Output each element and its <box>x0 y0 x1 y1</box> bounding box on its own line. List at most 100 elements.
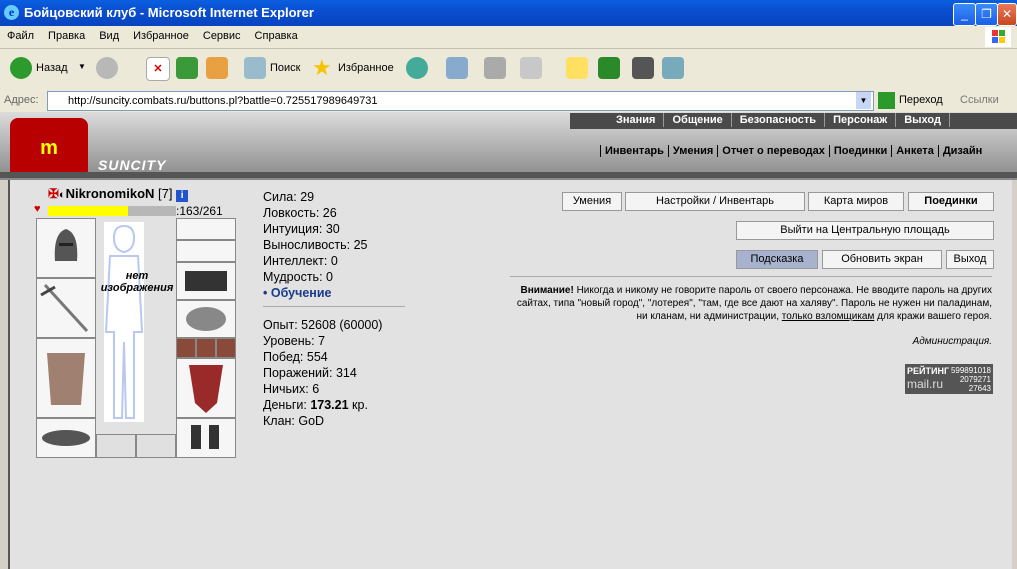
refresh-screen-button[interactable]: Обновить экран <box>822 250 942 269</box>
empty-slot-1[interactable] <box>96 434 136 458</box>
favorites-star-icon[interactable]: ★ <box>312 57 334 79</box>
ring-slot-2[interactable] <box>196 338 216 358</box>
go-arrow-icon[interactable] <box>878 92 895 109</box>
nav-security[interactable]: Безопасность <box>732 113 826 127</box>
print-icon[interactable] <box>484 57 506 79</box>
address-label: Адрес: <box>4 94 39 106</box>
helmet-slot[interactable] <box>36 218 96 278</box>
exit-button[interactable]: Выход <box>946 250 994 269</box>
clan-badge-icon[interactable]: ✠ <box>48 186 59 201</box>
tool-icon[interactable] <box>632 57 654 79</box>
club-emblem-logo: m <box>10 118 88 178</box>
address-url[interactable]: http://suncity.combats.ru/buttons.pl?bat… <box>68 95 378 107</box>
menu-edit[interactable]: Правка <box>41 26 92 46</box>
amulet-slot[interactable] <box>176 240 236 262</box>
skills-button[interactable]: Умения <box>562 192 622 211</box>
forward-arrow-icon[interactable] <box>96 57 118 79</box>
back-dropdown-icon[interactable]: ▼ <box>78 62 86 71</box>
hp-bar-fill <box>48 206 128 216</box>
menu-view[interactable]: Вид <box>92 26 126 46</box>
warning-text-2: для кражи вашего героя. <box>874 311 992 322</box>
nav-character[interactable]: Персонаж <box>825 113 897 127</box>
duels-button[interactable]: Поединки <box>908 192 994 211</box>
go-button-label[interactable]: Переход <box>899 94 943 106</box>
menu-help[interactable]: Справка <box>248 26 305 46</box>
home-icon[interactable] <box>206 57 228 79</box>
mail-icon[interactable] <box>446 57 468 79</box>
belt-slot[interactable] <box>36 418 96 458</box>
nav-exit[interactable]: Выход <box>896 113 950 127</box>
favorites-button-label[interactable]: Избранное <box>338 62 394 74</box>
history-icon[interactable] <box>406 57 428 79</box>
rating-n1: 599891018 <box>950 366 991 375</box>
money-label: Деньги: <box>263 398 311 412</box>
training-label[interactable]: Обучение <box>271 286 332 300</box>
nav-knowledge[interactable]: Знания <box>608 113 665 127</box>
edit-icon[interactable] <box>520 57 542 79</box>
address-dropdown-icon[interactable]: ▼ <box>856 92 871 109</box>
subnav-transfers[interactable]: Отчет о переводах <box>717 145 829 157</box>
maximize-button[interactable]: ❐ <box>975 3 998 26</box>
bracers-slot[interactable] <box>176 262 236 300</box>
training-link[interactable]: • Обучение <box>263 286 332 300</box>
ring-slot-1[interactable] <box>176 338 196 358</box>
info-losses: Поражений: 314 <box>263 366 357 380</box>
settings-inventory-button[interactable]: Настройки / Инвентарь <box>625 192 805 211</box>
heart-icon: ♥ <box>34 203 41 215</box>
windows-logo-icon <box>985 27 1011 47</box>
alignment-icon: ◐ <box>58 189 66 201</box>
shield-slot[interactable] <box>176 358 236 418</box>
main-nav: Знания Общение Безопасность Персонаж Выход <box>570 113 1017 129</box>
address-input[interactable]: http://suncity.combats.ru/buttons.pl?bat… <box>47 91 874 111</box>
search-icon[interactable] <box>244 57 266 79</box>
boots-slot[interactable] <box>176 418 236 458</box>
back-button-label[interactable]: Назад <box>36 62 68 74</box>
browser-toolbar: Назад ▼ ✕ Поиск ★ Избранное <box>0 49 1017 90</box>
stop-icon[interactable]: ✕ <box>146 57 170 81</box>
search-button-label[interactable]: Поиск <box>270 62 300 74</box>
subnav-design[interactable]: Дизайн <box>937 145 987 157</box>
right-divider <box>510 276 992 277</box>
header-stripe <box>0 172 1017 178</box>
money-unit: кр. <box>348 398 368 412</box>
administration-signature: Администрация. <box>912 336 992 347</box>
nav-communication[interactable]: Общение <box>664 113 732 127</box>
earring-slot[interactable] <box>176 218 236 240</box>
empty-slot-2[interactable] <box>136 434 176 458</box>
info-draws: Ничьих: 6 <box>263 382 320 396</box>
sub-nav: Инвентарь Умения Отчет о переводах Поединки… <box>600 145 987 159</box>
links-label[interactable]: Ссылки <box>960 94 999 106</box>
messenger-pro-icon[interactable] <box>598 57 620 79</box>
subnav-skills[interactable]: Умения <box>667 145 718 157</box>
world-map-button[interactable]: Карта миров <box>808 192 904 211</box>
back-arrow-icon[interactable] <box>10 57 32 79</box>
contacts-icon[interactable] <box>662 57 684 79</box>
rating-n2: 2079271 <box>959 375 991 384</box>
gloves-slot[interactable] <box>176 300 236 338</box>
hint-button[interactable]: Подсказка <box>736 250 818 269</box>
warning-link[interactable]: только взломщикам <box>782 311 875 322</box>
info-wins: Побед: 554 <box>263 350 328 364</box>
ring-slot-3[interactable] <box>216 338 236 358</box>
info-icon[interactable]: i <box>176 190 189 202</box>
menu-file[interactable]: Файл <box>0 26 41 46</box>
note-icon[interactable] <box>566 57 588 79</box>
subnav-duels[interactable]: Поединки <box>828 145 892 157</box>
info-money: Деньги: 173.21 кр. <box>263 398 368 412</box>
rating-site: mail.ru <box>907 377 944 391</box>
mailru-rating-counter[interactable]: РЕЙТИНГ mail.ru 599891018 2079271 27643 <box>905 364 993 394</box>
menu-tools[interactable]: Сервис <box>196 26 248 46</box>
address-bar: Адрес: http://suncity.combats.ru/buttons… <box>0 89 1017 112</box>
window-title-bar: e Бойцовский клуб - Microsoft Internet E… <box>0 0 1017 26</box>
armor-slot[interactable] <box>36 338 96 418</box>
subnav-profile[interactable]: Анкета <box>891 145 938 157</box>
menu-favorites[interactable]: Избранное <box>126 26 196 46</box>
refresh-icon[interactable] <box>176 57 198 79</box>
subnav-inventory[interactable]: Инвентарь <box>600 145 668 157</box>
weapon-slot[interactable] <box>36 278 96 338</box>
minimize-button[interactable]: _ <box>953 3 976 26</box>
stats-divider <box>263 306 405 307</box>
exit-to-square-button[interactable]: Выйти на Центральную площадь <box>736 221 994 240</box>
password-warning: Внимание! Никогда и никому не говорите п… <box>512 284 992 323</box>
close-button[interactable]: ✕ <box>997 3 1017 26</box>
